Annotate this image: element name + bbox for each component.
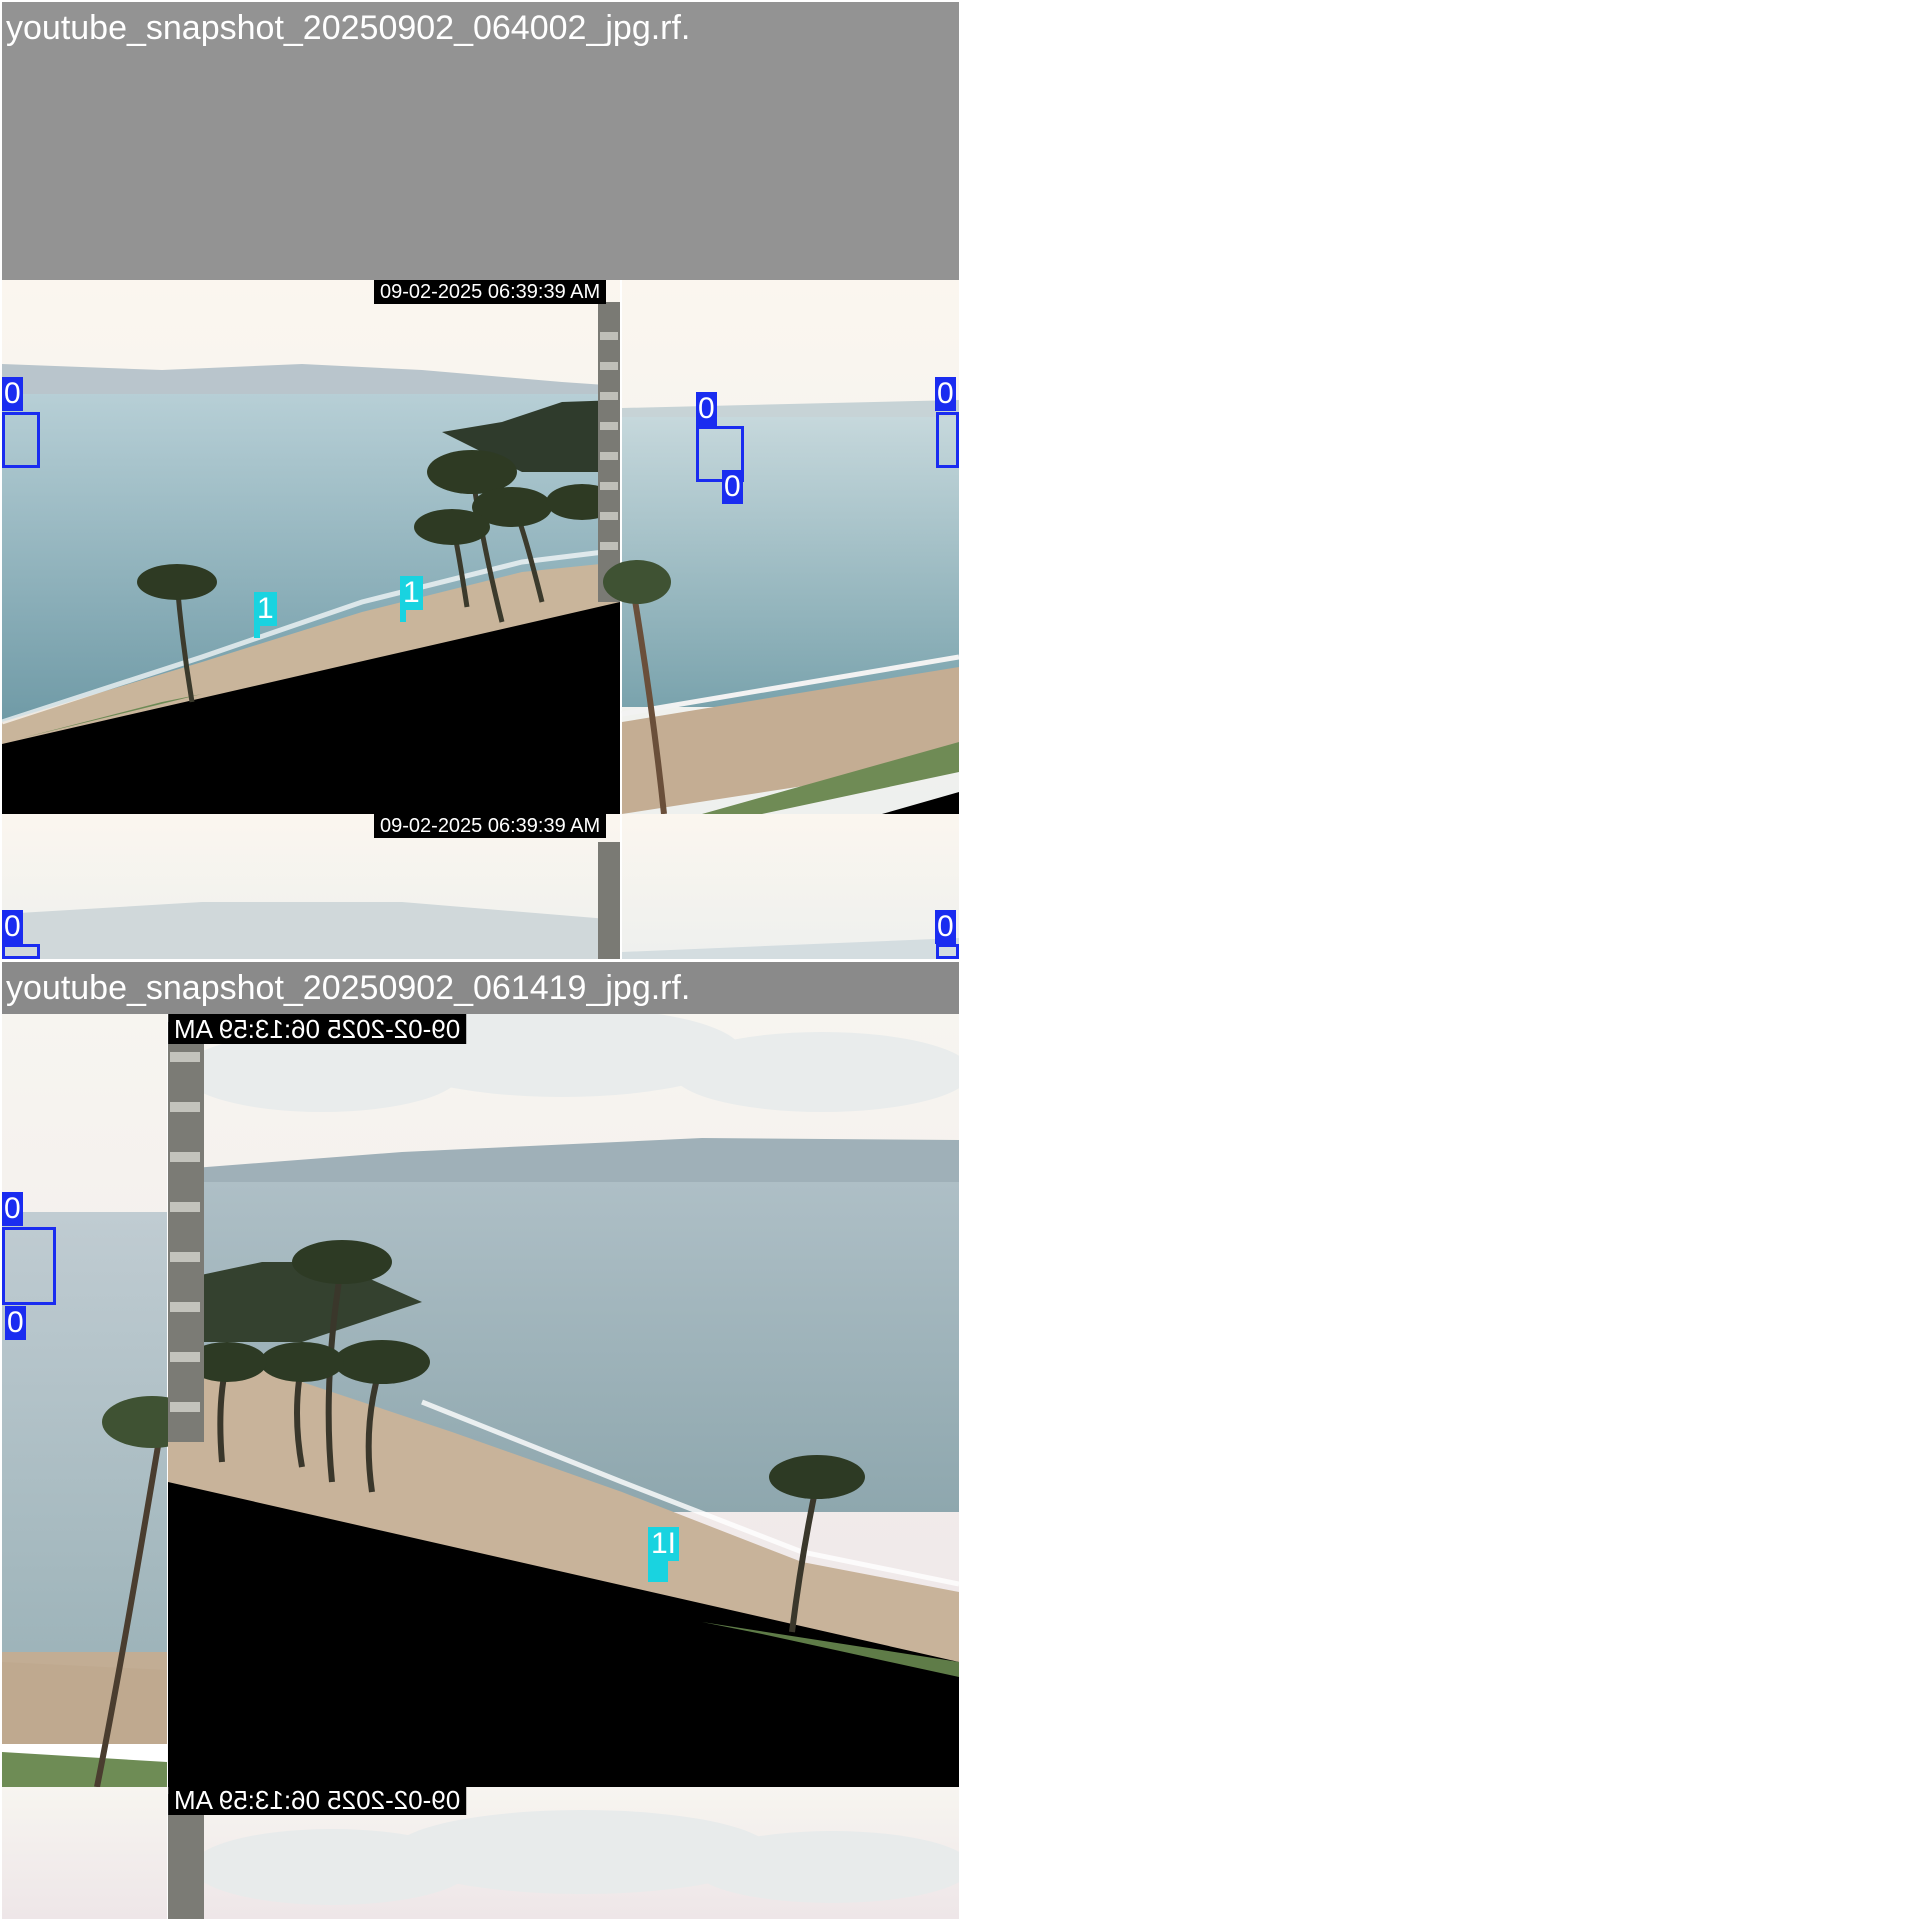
boat-detection-box — [2, 944, 40, 959]
boat-class-label: 0 — [2, 910, 23, 944]
boat-detection-box — [2, 1227, 56, 1305]
image-filename-header: youtube_snapshot_20250902_061419_jpg.rf. — [2, 962, 959, 1014]
timestamp-overlay: 09-02-2025 06:39:39 AM — [374, 280, 607, 304]
boat-class-label: 0 — [696, 392, 717, 426]
boat-class-label: 0 — [5, 1306, 26, 1340]
boat-detection-box — [936, 412, 959, 468]
boat-class-label: 0 — [2, 1192, 23, 1226]
boat-class-label: 0 — [722, 470, 743, 504]
person-detection-box — [648, 1560, 668, 1582]
mosaic-tile-2: youtube_snapshot_20250902_061419_jpg.rf.… — [2, 962, 959, 1919]
timestamp-overlay-mirrored: 09-02-2025 06:13:59 AM — [168, 1014, 467, 1044]
person-detection-box — [400, 608, 406, 622]
boat-detection-box — [2, 412, 40, 468]
timestamp-overlay-repeat: 09-02-2025 06:39:39 AM — [374, 814, 607, 838]
image-filename-header: youtube_snapshot_20250902_064002_jpg.rf. — [2, 2, 959, 280]
beach-scene-2 — [2, 1007, 959, 1919]
timestamp-overlay-mirrored-repeat: 09-02-2025 06:13:59 AM — [168, 1785, 467, 1815]
boat-class-label: 0 — [2, 377, 23, 411]
boat-class-label: 0 — [935, 910, 956, 944]
person-class-label: 1I — [648, 1527, 680, 1561]
person-detection-box — [254, 624, 260, 638]
person-class-label: 1 — [254, 592, 277, 626]
boat-class-label: 0 — [935, 377, 956, 411]
boat-detection-box — [936, 944, 959, 959]
person-class-label: 1 — [400, 576, 423, 610]
mosaic-tile-1: youtube_snapshot_20250902_064002_jpg.rf.… — [2, 2, 959, 959]
